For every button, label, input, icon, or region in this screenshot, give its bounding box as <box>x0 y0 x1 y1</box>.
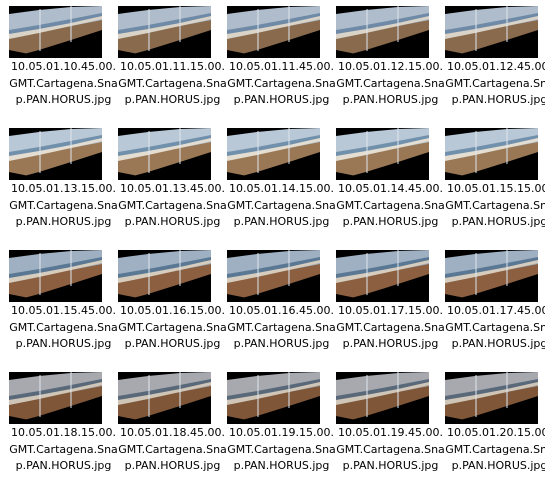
file-item[interactable]: 10.05.01.13.45.00.GMT.Cartagena.Snap.PAN… <box>118 122 227 244</box>
file-name-label: 10.05.01.14.15.00.GMT.Cartagena.Snap.PAN… <box>227 182 336 228</box>
image-thumbnail[interactable] <box>227 128 320 180</box>
file-name-label: 10.05.01.15.45.00.GMT.Cartagena.Snap.PAN… <box>9 304 118 350</box>
image-thumbnail[interactable] <box>118 6 211 58</box>
file-grid: 10.05.01.10.45.00.GMT.Cartagena.Snap.PAN… <box>0 0 545 491</box>
image-thumbnail[interactable] <box>445 6 538 58</box>
file-item[interactable]: 10.05.01.11.15.00.GMT.Cartagena.Snap.PAN… <box>118 0 227 122</box>
image-thumbnail[interactable] <box>445 250 538 302</box>
panorama-thumbnail-image <box>9 372 102 424</box>
file-item[interactable]: 10.05.01.16.45.00.GMT.Cartagena.Snap.PAN… <box>227 244 336 366</box>
panorama-thumbnail-image <box>118 6 211 58</box>
file-item[interactable]: 10.05.01.14.15.00.GMT.Cartagena.Snap.PAN… <box>227 122 336 244</box>
image-thumbnail[interactable] <box>336 6 429 58</box>
image-thumbnail[interactable] <box>118 128 211 180</box>
panorama-thumbnail-image <box>9 128 102 180</box>
image-thumbnail[interactable] <box>227 372 320 424</box>
panorama-thumbnail-image <box>9 6 102 58</box>
file-name-label: 10.05.01.11.45.00.GMT.Cartagena.Snap.PAN… <box>227 60 336 106</box>
file-name-label: 10.05.01.10.45.00.GMT.Cartagena.Snap.PAN… <box>9 60 118 106</box>
panorama-thumbnail-image <box>445 128 538 180</box>
file-name-label: 10.05.01.17.45.00.GMT.Cartagena.Snap.PAN… <box>445 304 545 350</box>
file-item[interactable]: 10.05.01.14.45.00.GMT.Cartagena.Snap.PAN… <box>336 122 445 244</box>
panorama-thumbnail-image <box>445 372 538 424</box>
file-item[interactable]: 10.05.01.16.15.00.GMT.Cartagena.Snap.PAN… <box>118 244 227 366</box>
image-thumbnail[interactable] <box>445 128 538 180</box>
image-thumbnail[interactable] <box>118 372 211 424</box>
file-item[interactable]: 10.05.01.10.45.00.GMT.Cartagena.Snap.PAN… <box>9 0 118 122</box>
file-item[interactable]: 10.05.01.19.45.00.GMT.Cartagena.Snap.PAN… <box>336 366 445 488</box>
file-name-label: 10.05.01.20.15.00.GMT.Cartagena.Snap.PAN… <box>445 426 545 472</box>
panorama-thumbnail-image <box>336 372 429 424</box>
file-item[interactable]: 10.05.01.13.15.00.GMT.Cartagena.Snap.PAN… <box>9 122 118 244</box>
image-thumbnail[interactable] <box>9 372 102 424</box>
image-thumbnail[interactable] <box>336 128 429 180</box>
file-item[interactable]: 10.05.01.15.45.00.GMT.Cartagena.Snap.PAN… <box>9 244 118 366</box>
file-name-label: 10.05.01.16.45.00.GMT.Cartagena.Snap.PAN… <box>227 304 336 350</box>
file-item[interactable]: 10.05.01.11.45.00.GMT.Cartagena.Snap.PAN… <box>227 0 336 122</box>
panorama-thumbnail-image <box>227 372 320 424</box>
file-name-label: 10.05.01.11.15.00.GMT.Cartagena.Snap.PAN… <box>118 60 227 106</box>
image-thumbnail[interactable] <box>9 250 102 302</box>
file-item[interactable]: 10.05.01.17.45.00.GMT.Cartagena.Snap.PAN… <box>445 244 545 366</box>
image-thumbnail[interactable] <box>9 128 102 180</box>
file-item[interactable]: 10.05.01.12.15.00.GMT.Cartagena.Snap.PAN… <box>336 0 445 122</box>
file-item[interactable]: 10.05.01.18.15.00.GMT.Cartagena.Snap.PAN… <box>9 366 118 488</box>
image-thumbnail[interactable] <box>227 250 320 302</box>
image-thumbnail[interactable] <box>9 6 102 58</box>
file-name-label: 10.05.01.15.15.00.GMT.Cartagena.Snap.PAN… <box>445 182 545 228</box>
image-thumbnail[interactable] <box>445 372 538 424</box>
file-item[interactable]: 10.05.01.17.15.00.GMT.Cartagena.Snap.PAN… <box>336 244 445 366</box>
panorama-thumbnail-image <box>118 250 211 302</box>
panorama-thumbnail-image <box>445 6 538 58</box>
file-name-label: 10.05.01.17.15.00.GMT.Cartagena.Snap.PAN… <box>336 304 445 350</box>
file-name-label: 10.05.01.12.45.00.GMT.Cartagena.Snap.PAN… <box>445 60 545 106</box>
panorama-thumbnail-image <box>227 128 320 180</box>
panorama-thumbnail-image <box>9 250 102 302</box>
panorama-thumbnail-image <box>227 250 320 302</box>
file-name-label: 10.05.01.14.45.00.GMT.Cartagena.Snap.PAN… <box>336 182 445 228</box>
panorama-thumbnail-image <box>118 372 211 424</box>
panorama-thumbnail-image <box>118 128 211 180</box>
file-name-label: 10.05.01.12.15.00.GMT.Cartagena.Snap.PAN… <box>336 60 445 106</box>
panorama-thumbnail-image <box>445 250 538 302</box>
panorama-thumbnail-image <box>336 6 429 58</box>
file-name-label: 10.05.01.18.45.00.GMT.Cartagena.Snap.PAN… <box>118 426 227 472</box>
file-item[interactable]: 10.05.01.19.15.00.GMT.Cartagena.Snap.PAN… <box>227 366 336 488</box>
file-name-label: 10.05.01.13.45.00.GMT.Cartagena.Snap.PAN… <box>118 182 227 228</box>
image-thumbnail[interactable] <box>336 250 429 302</box>
image-thumbnail[interactable] <box>118 250 211 302</box>
file-name-label: 10.05.01.19.15.00.GMT.Cartagena.Snap.PAN… <box>227 426 336 472</box>
panorama-thumbnail-image <box>227 6 320 58</box>
file-name-label: 10.05.01.13.15.00.GMT.Cartagena.Snap.PAN… <box>9 182 118 228</box>
file-item[interactable]: 10.05.01.15.15.00.GMT.Cartagena.Snap.PAN… <box>445 122 545 244</box>
file-name-label: 10.05.01.18.15.00.GMT.Cartagena.Snap.PAN… <box>9 426 118 472</box>
file-name-label: 10.05.01.16.15.00.GMT.Cartagena.Snap.PAN… <box>118 304 227 350</box>
panorama-thumbnail-image <box>336 128 429 180</box>
file-item[interactable]: 10.05.01.20.15.00.GMT.Cartagena.Snap.PAN… <box>445 366 545 488</box>
file-name-label: 10.05.01.19.45.00.GMT.Cartagena.Snap.PAN… <box>336 426 445 472</box>
file-item[interactable]: 10.05.01.18.45.00.GMT.Cartagena.Snap.PAN… <box>118 366 227 488</box>
file-item[interactable]: 10.05.01.12.45.00.GMT.Cartagena.Snap.PAN… <box>445 0 545 122</box>
image-thumbnail[interactable] <box>336 372 429 424</box>
panorama-thumbnail-image <box>336 250 429 302</box>
image-thumbnail[interactable] <box>227 6 320 58</box>
